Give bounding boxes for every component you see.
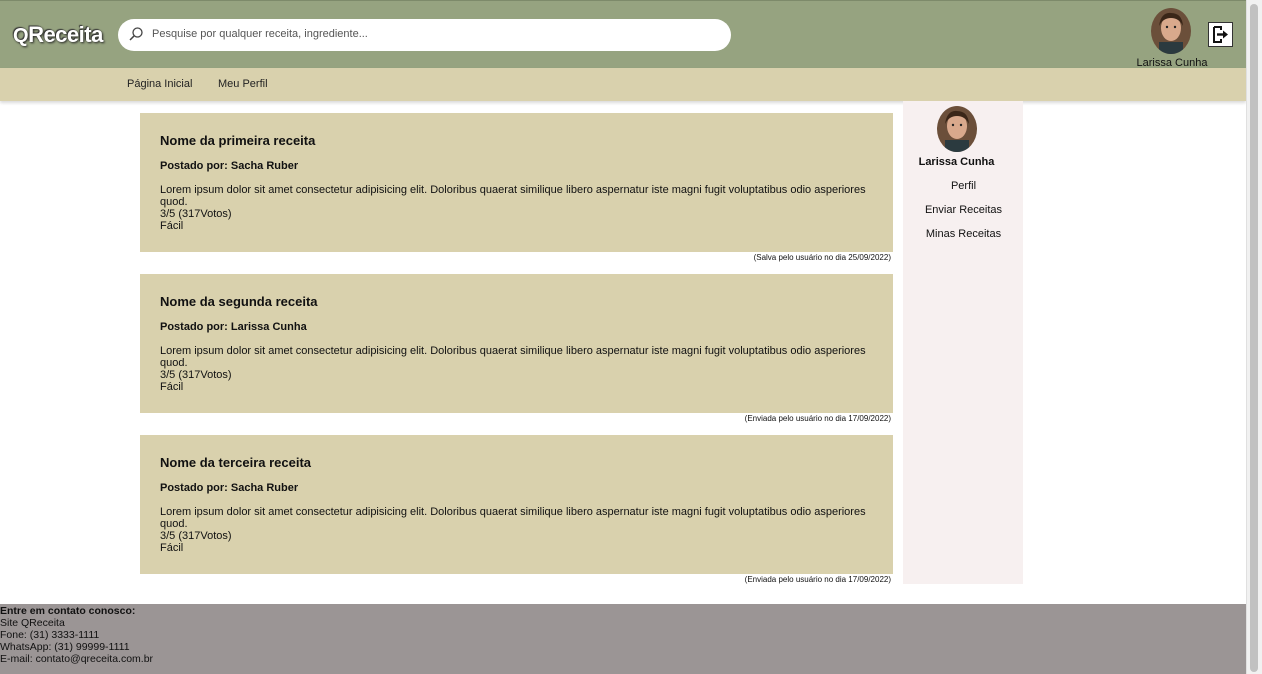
recipe-author: Postado por: Larissa Cunha <box>160 321 307 333</box>
nav-item-profile[interactable]: Meu Perfil <box>218 78 268 90</box>
scrollbar-thumb[interactable] <box>1250 4 1258 672</box>
footer-phone: Fone: (31) 3333-1111 <box>0 629 100 641</box>
nav-item-home[interactable]: Página Inicial <box>127 78 192 90</box>
footer-email: E-mail: contato@qreceita.com.br <box>0 653 154 665</box>
footer-whatsapp: WhatsApp: (31) 99999-1111 <box>0 641 130 653</box>
scrollbar[interactable] <box>1246 0 1262 674</box>
recipe-difficulty: Fácil <box>160 381 184 393</box>
recipe-rating: 3/5 (317Votos) <box>160 369 232 381</box>
recipe-difficulty: Fácil <box>160 542 184 554</box>
recipe-title[interactable]: Nome da terceira receita <box>160 455 311 470</box>
recipe-note: (Salva pelo usuário no dia 25/09/2022) <box>753 253 891 262</box>
logout-button[interactable] <box>1208 22 1233 47</box>
recipe-rating: 3/5 (317Votos) <box>160 208 232 220</box>
sidebar-link-my-recipes[interactable]: Minas Receitas <box>903 228 1024 240</box>
header: QReceita Pesquise por qualquer receita, … <box>0 0 1246 69</box>
recipe-note: (Enviada pelo usuário no dia 17/09/2022) <box>744 575 891 584</box>
sidebar-link-send-recipes[interactable]: Enviar Receitas <box>903 204 1024 216</box>
recipe-description: Lorem ipsum dolor sit amet consectetur a… <box>160 184 866 208</box>
recipe-note: (Enviada pelo usuário no dia 17/09/2022) <box>744 414 891 423</box>
recipe-card[interactable]: Nome da terceira receita Postado por: Sa… <box>140 435 893 574</box>
search-placeholder: Pesquise por qualquer receita, ingredien… <box>152 28 368 40</box>
navbar: Página Inicial Meu Perfil <box>0 68 1246 101</box>
search-input[interactable]: Pesquise por qualquer receita, ingredien… <box>118 19 731 51</box>
avatar[interactable] <box>1151 8 1191 54</box>
recipe-difficulty: Fácil <box>160 220 184 232</box>
search-icon <box>128 26 144 42</box>
recipe-author: Postado por: Sacha Ruber <box>160 482 299 494</box>
footer-line: Site QReceita <box>0 617 65 629</box>
recipe-description: Lorem ipsum dolor sit amet consectetur a… <box>160 345 866 369</box>
sidebar-avatar[interactable] <box>937 106 977 152</box>
recipe-title[interactable]: Nome da segunda receita <box>160 294 318 309</box>
recipe-description: Lorem ipsum dolor sit amet consectetur a… <box>160 506 866 530</box>
logo-q: Q <box>13 25 29 47</box>
profile-sidebar: Larissa Cunha Perfil Enviar Receitas Min… <box>903 101 1023 584</box>
footer: Entre em contato conosco: Site QReceita … <box>0 604 1246 674</box>
recipe-rating: 3/5 (317Votos) <box>160 530 232 542</box>
sidebar-user-name: Larissa Cunha <box>918 156 995 168</box>
site-logo[interactable]: QReceita <box>13 22 103 48</box>
sidebar-link-profile[interactable]: Perfil <box>903 180 1024 192</box>
footer-title: Entre em contato conosco: <box>0 605 136 617</box>
logout-icon <box>1209 26 1232 50</box>
page: QReceita Pesquise por qualquer receita, … <box>0 0 1262 674</box>
recipe-card[interactable]: Nome da segunda receita Postado por: Lar… <box>140 274 893 413</box>
recipe-author: Postado por: Sacha Ruber <box>160 160 299 172</box>
recipe-card[interactable]: Nome da primeira receita Postado por: Sa… <box>140 113 893 252</box>
logo-text: Receita <box>28 22 103 47</box>
recipe-title[interactable]: Nome da primeira receita <box>160 133 315 148</box>
